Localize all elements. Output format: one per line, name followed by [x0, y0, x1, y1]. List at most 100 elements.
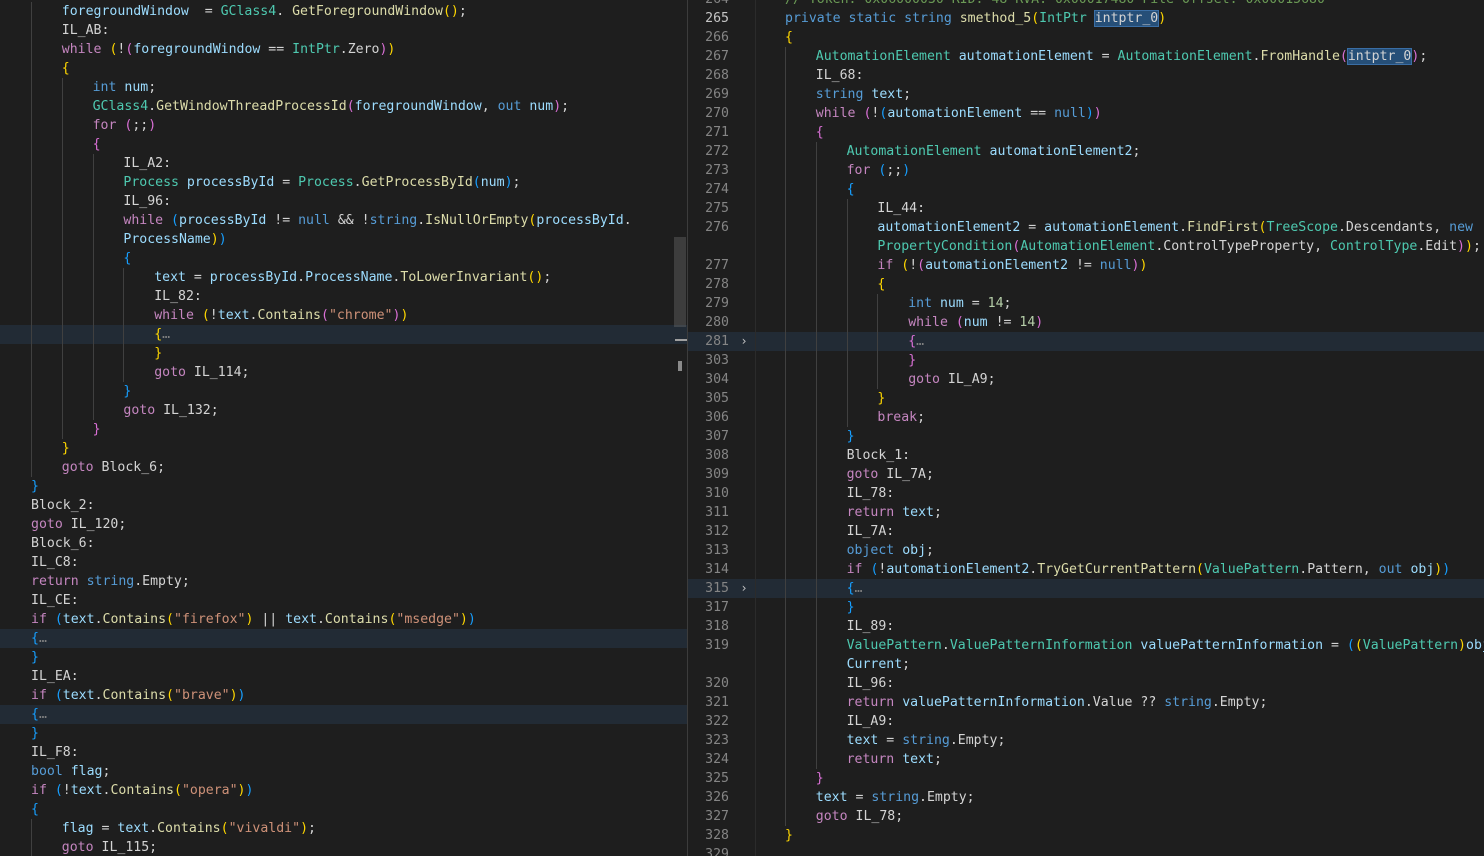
- code-text[interactable]: AutomationElement automationElement2;: [847, 142, 1141, 161]
- code-line[interactable]: return string.Empty;: [0, 572, 687, 591]
- code-line[interactable]: for (;;): [0, 116, 687, 135]
- code-text[interactable]: while (!(foregroundWindow == IntPtr.Zero…: [62, 40, 396, 59]
- code-line[interactable]: 311 return text;: [688, 503, 1484, 522]
- code-text[interactable]: Block_2:: [31, 496, 95, 515]
- folded-ellipsis[interactable]: …: [39, 631, 47, 646]
- code-text[interactable]: goto Block_6;: [62, 458, 165, 477]
- chevron-right-icon[interactable]: ›: [737, 332, 751, 351]
- left-editor-pane[interactable]: foregroundWindow = GClass4. GetForegroun…: [0, 0, 687, 856]
- left-scrollbar[interactable]: [673, 0, 687, 856]
- code-text[interactable]: flag = text.Contains("vivaldi");: [62, 819, 316, 838]
- code-text[interactable]: goto IL_115;: [62, 838, 157, 856]
- code-line[interactable]: 269 string text;: [688, 85, 1484, 104]
- code-line[interactable]: 321 return valuePatternInformation.Value …: [688, 693, 1484, 712]
- code-text[interactable]: }: [31, 648, 39, 667]
- code-text[interactable]: IL_AB:: [62, 21, 110, 40]
- code-line[interactable]: while (!(foregroundWindow == IntPtr.Zero…: [0, 40, 687, 59]
- code-text[interactable]: IL_F8:: [31, 743, 79, 762]
- code-text[interactable]: if (!automationElement2.TryGetCurrentPat…: [847, 560, 1451, 579]
- code-text[interactable]: if (!text.Contains("opera")): [31, 781, 253, 800]
- code-line[interactable]: {…: [0, 629, 687, 648]
- code-text[interactable]: {…: [908, 332, 924, 351]
- code-line[interactable]: {: [0, 59, 687, 78]
- code-line[interactable]: while (!text.Contains("chrome")): [0, 306, 687, 325]
- code-text[interactable]: IL_A2:: [123, 154, 171, 173]
- code-line[interactable]: if (!text.Contains("opera")): [0, 781, 687, 800]
- code-line[interactable]: {: [0, 800, 687, 819]
- code-text[interactable]: }: [908, 351, 916, 370]
- code-line[interactable]: 325}: [688, 769, 1484, 788]
- code-line[interactable]: 275 IL_44:: [688, 199, 1484, 218]
- code-line[interactable]: 271 {: [688, 123, 1484, 142]
- code-text[interactable]: {: [62, 59, 70, 78]
- code-line[interactable]: Current;: [688, 655, 1484, 674]
- code-text[interactable]: bool flag;: [31, 762, 110, 781]
- code-text[interactable]: foregroundWindow = GClass4. GetForegroun…: [62, 2, 467, 21]
- code-text[interactable]: goto IL_132;: [123, 401, 218, 420]
- code-text[interactable]: }: [877, 389, 885, 408]
- code-line[interactable]: ProcessName)): [0, 230, 687, 249]
- code-text[interactable]: while (processById != null && !string.Is…: [123, 211, 631, 230]
- code-line[interactable]: }: [0, 648, 687, 667]
- code-line[interactable]: int num;: [0, 78, 687, 97]
- code-line[interactable]: IL_96:: [0, 192, 687, 211]
- code-text[interactable]: }: [847, 598, 855, 617]
- code-text[interactable]: Current;: [847, 655, 911, 674]
- code-line[interactable]: 320 IL_96:: [688, 674, 1484, 693]
- code-text[interactable]: text = string.Empty;: [847, 731, 1006, 750]
- code-line[interactable]: Block_2:: [0, 496, 687, 515]
- code-line[interactable]: 264 // Token: 0x06000030 RID: 48 RVA: 0x0…: [688, 0, 1484, 9]
- code-line[interactable]: 326 text = string.Empty;: [688, 788, 1484, 807]
- code-line[interactable]: 272 AutomationElement automationElement2;: [688, 142, 1484, 161]
- code-line[interactable]: 328}: [688, 826, 1484, 845]
- folded-ellipsis[interactable]: …: [855, 581, 863, 596]
- code-line[interactable]: 313 object obj;: [688, 541, 1484, 560]
- code-text[interactable]: // Token: 0x06000030 RID: 48 RVA: 0x0001…: [785, 0, 1325, 9]
- code-line[interactable]: 308 Block_1:: [688, 446, 1484, 465]
- code-line[interactable]: 317}: [688, 598, 1484, 617]
- code-line[interactable]: {: [0, 135, 687, 154]
- code-line[interactable]: 329: [688, 845, 1484, 856]
- code-text[interactable]: while (!text.Contains("chrome")): [154, 306, 408, 325]
- code-line[interactable]: 268 IL_68:: [688, 66, 1484, 85]
- code-line[interactable]: 309 goto IL_7A;: [688, 465, 1484, 484]
- code-text[interactable]: {…: [31, 629, 47, 648]
- code-text[interactable]: int num;: [93, 78, 157, 97]
- code-text[interactable]: return text;: [847, 750, 942, 769]
- code-line[interactable]: 274 {: [688, 180, 1484, 199]
- code-line[interactable]: 312 IL_7A:: [688, 522, 1484, 541]
- code-line[interactable]: 279 int num = 14;: [688, 294, 1484, 313]
- code-text[interactable]: }: [31, 724, 39, 743]
- code-line[interactable]: IL_AB:: [0, 21, 687, 40]
- code-text[interactable]: {: [877, 275, 885, 294]
- code-text[interactable]: for (;;): [847, 161, 911, 180]
- code-line[interactable]: 265 private static string smethod_5(IntPt…: [688, 9, 1484, 28]
- code-line[interactable]: goto Block_6;: [0, 458, 687, 477]
- code-line[interactable]: bool flag;: [0, 762, 687, 781]
- code-text[interactable]: goto IL_120;: [31, 515, 126, 534]
- chevron-right-icon[interactable]: ›: [737, 579, 751, 598]
- code-line[interactable]: 278 {: [688, 275, 1484, 294]
- code-text[interactable]: private static string smethod_5(IntPtr i…: [785, 9, 1166, 28]
- code-text[interactable]: {: [816, 123, 824, 142]
- code-text[interactable]: goto IL_78;: [816, 807, 903, 826]
- code-line[interactable]: 327 goto IL_78;: [688, 807, 1484, 826]
- code-text[interactable]: object obj;: [847, 541, 934, 560]
- code-line[interactable]: GClass4.GetWindowThreadProcessId(foregro…: [0, 97, 687, 116]
- code-line[interactable]: }: [0, 724, 687, 743]
- code-line[interactable]: {: [0, 249, 687, 268]
- code-text[interactable]: Block_1:: [847, 446, 911, 465]
- code-line[interactable]: {…: [0, 705, 687, 724]
- code-text[interactable]: IL_96:: [123, 192, 171, 211]
- code-text[interactable]: IL_CE:: [31, 591, 79, 610]
- code-line[interactable]: }: [0, 439, 687, 458]
- code-line[interactable]: 281 › {…: [688, 332, 1484, 351]
- code-line[interactable]: 310 IL_78:: [688, 484, 1484, 503]
- code-line[interactable]: IL_EA:: [0, 667, 687, 686]
- code-line[interactable]: PropertyCondition(AutomationElement.Cont…: [688, 237, 1484, 256]
- code-line[interactable]: Block_6:: [0, 534, 687, 553]
- code-text[interactable]: goto IL_A9;: [908, 370, 995, 389]
- code-text[interactable]: ProcessName)): [123, 230, 226, 249]
- code-line[interactable]: goto IL_115;: [0, 838, 687, 856]
- code-text[interactable]: int num = 14;: [908, 294, 1011, 313]
